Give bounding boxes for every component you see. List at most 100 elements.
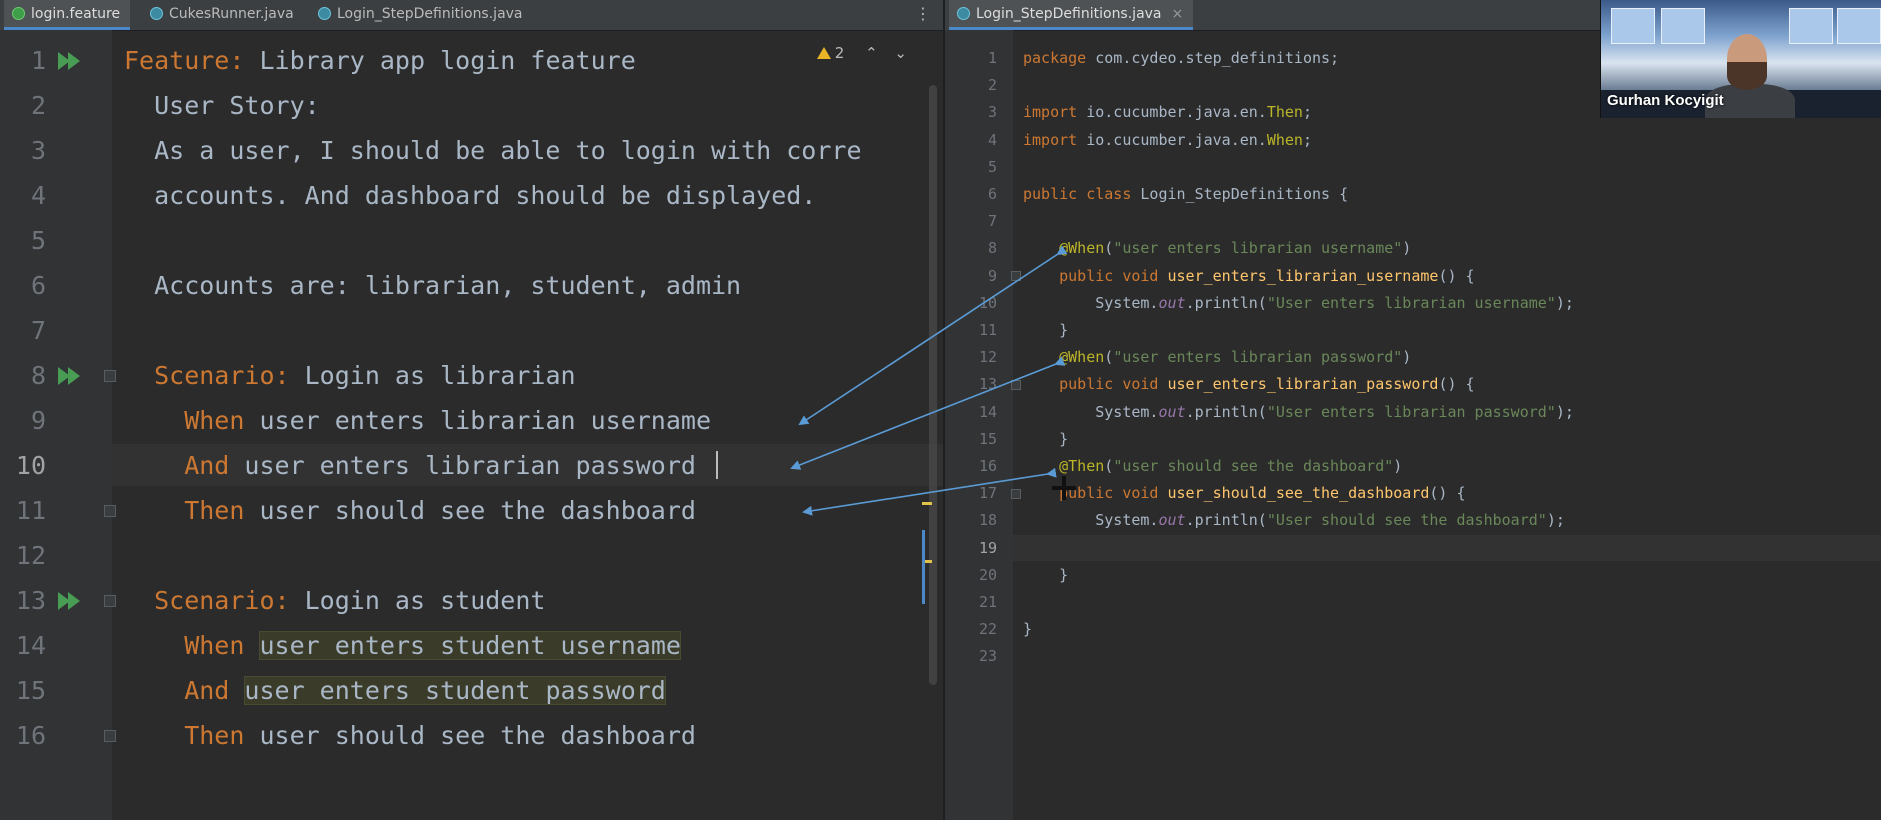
run-scenario-icon[interactable]	[68, 366, 80, 385]
code-line[interactable]: 12 @When("user enters librarian password…	[945, 344, 1881, 371]
fold-marker-icon[interactable]	[104, 504, 116, 517]
code-line[interactable]: 16 Then user should see the dashboard	[0, 713, 943, 758]
java-editor-pane[interactable]: Login_StepDefinitions.java × 1 package com…	[945, 0, 1881, 820]
code-line[interactable]: 21	[945, 589, 1881, 616]
code-text: When user enters student username	[124, 623, 681, 668]
tab-cukesrunner-java[interactable]: CukesRunner.java	[142, 0, 304, 30]
code-text: import io.cucumber.java.en.When;	[1023, 127, 1312, 154]
tab-login-stepdefinitions-java[interactable]: Login_StepDefinitions.java	[310, 0, 533, 30]
code-token: System.	[1023, 402, 1159, 421]
keyword-token: public class	[1023, 185, 1141, 203]
code-line[interactable]: 11 }	[945, 317, 1881, 344]
code-token: (	[1104, 348, 1114, 367]
tab-login-feature[interactable]: login.feature	[4, 0, 131, 30]
feature-editor-pane[interactable]: login.feature CukesRunner.java Login_Ste…	[0, 0, 943, 820]
run-scenario-icon[interactable]	[68, 51, 80, 70]
code-line[interactable]: 6 public class Login_StepDefinitions {	[945, 181, 1881, 208]
code-line[interactable]: 4 import io.cucumber.java.en.When;	[945, 127, 1881, 154]
code-line[interactable]: 9 When user enters librarian username	[0, 398, 943, 443]
code-line[interactable]: 11 Then user should see the dashboard	[0, 488, 943, 533]
code-token: );	[1555, 402, 1574, 421]
tab-login-stepdefinitions-java-right[interactable]: Login_StepDefinitions.java ×	[949, 0, 1194, 30]
step-text: Login as student	[289, 586, 546, 615]
code-token: )	[1402, 348, 1412, 367]
code-line[interactable]: 7	[0, 308, 943, 353]
code-line[interactable]: 16 @Then("user should see the dashboard"…	[945, 453, 1881, 480]
code-line[interactable]: 13 Scenario: Login as student	[0, 578, 943, 623]
code-token: .println(	[1185, 511, 1267, 530]
step-text	[229, 676, 244, 705]
code-line[interactable]: 22}	[945, 616, 1881, 643]
line-number: 8	[987, 239, 997, 258]
code-line[interactable]: 9 public void user_enters_librarian_user…	[945, 263, 1881, 290]
code-line[interactable]: 10 System.out.println("User enters libra…	[945, 290, 1881, 317]
code-line[interactable]: 2 User Story:	[0, 83, 943, 128]
java-class-icon	[957, 7, 970, 20]
code-token: }	[1023, 429, 1069, 448]
line-number: 7	[30, 316, 46, 345]
line-number: 5	[987, 157, 997, 176]
fold-marker-icon[interactable]	[104, 369, 116, 382]
code-token: Login_StepDefinitions {	[1140, 185, 1349, 203]
fold-marker-icon[interactable]	[1011, 379, 1021, 390]
line-number: 11	[978, 321, 997, 339]
gherkin-keyword: Scenario:	[124, 586, 290, 615]
code-line[interactable]: 23	[945, 643, 1881, 670]
code-line[interactable]: 20 }	[945, 562, 1881, 589]
vertical-scrollbar[interactable]	[929, 85, 937, 685]
code-line[interactable]: 14 System.out.println("User enters libra…	[945, 399, 1881, 426]
code-line[interactable]: 14 When user enters student username	[0, 623, 943, 668]
line-number: 7	[987, 212, 997, 231]
string-token: "User enters librarian password"	[1266, 402, 1556, 421]
code-line[interactable]: 15 And user enters student password	[0, 668, 943, 713]
line-number: 12	[978, 348, 997, 367]
code-text: As a user, I should be able to login wit…	[124, 128, 862, 173]
more-tabs-icon[interactable]: ⋮	[915, 6, 931, 22]
fold-marker-icon[interactable]	[104, 729, 116, 742]
fold-marker-icon[interactable]	[104, 594, 116, 607]
code-line[interactable]: 8 Scenario: Login as librarian	[0, 353, 943, 398]
string-token: "user enters librarian username"	[1113, 239, 1403, 258]
fold-marker-icon[interactable]	[1011, 271, 1021, 282]
code-line[interactable]: 8 @When("user enters librarian username"…	[945, 235, 1881, 262]
code-token: () {	[1429, 484, 1466, 503]
method-name-token: user_should_see_the_dashboard	[1167, 484, 1430, 503]
line-number: 22	[978, 620, 997, 639]
code-text: Then user should see the dashboard	[124, 713, 696, 758]
code-line[interactable]: 15 }	[945, 426, 1881, 453]
line-number: 13	[15, 586, 46, 615]
code-token: ;	[1302, 103, 1312, 122]
code-line[interactable]: 6 Accounts are: librarian, student, admi…	[0, 263, 943, 308]
annotation-token: @When	[1059, 239, 1105, 258]
line-number: 6	[30, 271, 46, 300]
code-line[interactable]: 13 public void user_enters_librarian_pas…	[945, 371, 1881, 398]
presenter-figure	[1727, 62, 1767, 90]
inspection-widget[interactable]: 2 ⌃ ⌄	[816, 44, 907, 62]
line-number: 8	[30, 361, 46, 390]
code-line[interactable]: 5	[945, 154, 1881, 181]
code-line[interactable]: 10 And user enters librarian password	[0, 443, 943, 488]
code-line[interactable]: 4 accounts. And dashboard should be disp…	[0, 173, 943, 218]
line-number: 21	[978, 593, 997, 611]
code-line[interactable]: 7	[945, 208, 1881, 235]
code-line[interactable]: 19	[945, 535, 1881, 562]
chevron-down-icon[interactable]: ⌄	[894, 44, 907, 62]
code-line[interactable]: 3 As a user, I should be able to login w…	[0, 128, 943, 173]
gherkin-keyword: Then	[124, 721, 245, 750]
code-line[interactable]: 18 System.out.println("User should see t…	[945, 507, 1881, 534]
code-token: io.cucumber.java.en.	[1086, 130, 1267, 149]
step-text: As a user, I should be able to login wit…	[124, 136, 862, 165]
chevron-up-icon[interactable]: ⌃	[865, 44, 878, 62]
annotation-token: Then	[1266, 103, 1303, 122]
keyword-token: public void	[1059, 484, 1168, 503]
code-line[interactable]: 12	[0, 533, 943, 578]
code-line[interactable]: 17 public void user_should_see_the_dashb…	[945, 480, 1881, 507]
video-background	[1789, 8, 1833, 44]
close-tab-icon[interactable]: ×	[1172, 6, 1184, 22]
run-scenario-icon[interactable]	[68, 591, 80, 610]
code-line[interactable]: 1 Feature: Library app login feature	[0, 38, 943, 83]
code-line[interactable]: 5	[0, 218, 943, 263]
code-text: Then user should see the dashboard	[124, 488, 696, 533]
fold-marker-icon[interactable]	[1011, 488, 1021, 499]
